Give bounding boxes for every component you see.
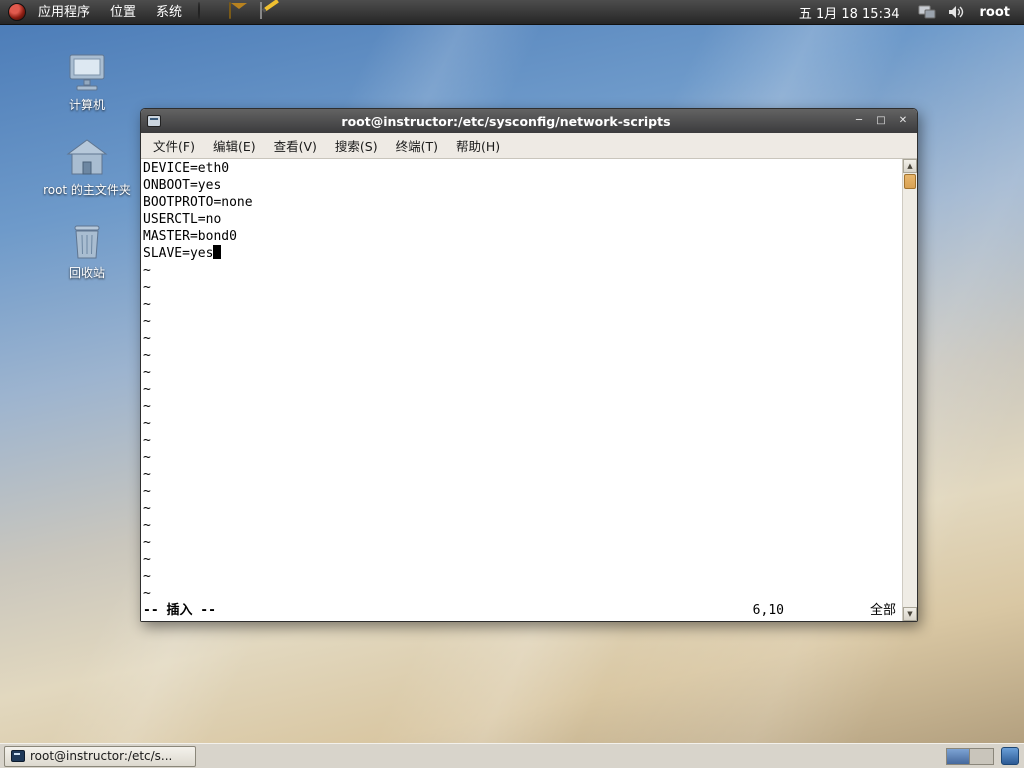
volume-icon[interactable] <box>948 5 964 19</box>
buffer-line: USERCTL=no <box>143 212 222 227</box>
menu-applications[interactable]: 应用程序 <box>28 0 100 25</box>
scroll-down-icon[interactable]: ▼ <box>903 607 917 621</box>
tilde-line: ~ <box>143 297 151 312</box>
scrollbar-thumb[interactable] <box>904 174 916 189</box>
tilde-line: ~ <box>143 399 151 414</box>
user-switcher[interactable]: root <box>970 5 1024 20</box>
desktop-icon-label: 计算机 <box>68 98 105 112</box>
desktop-icon-label: root 的主文件夹 <box>43 183 131 197</box>
desktop-icon-trash[interactable]: 回收站 <box>27 221 147 281</box>
menu-system[interactable]: 系统 <box>146 0 192 25</box>
distro-logo-icon[interactable] <box>8 3 26 21</box>
tilde-line: ~ <box>143 552 151 567</box>
taskbar-right-cluster <box>946 747 1019 765</box>
tilde-line: ~ <box>143 467 151 482</box>
text-editor-icon <box>260 1 263 19</box>
bottom-taskbar: root@instructor:/etc/s... <box>0 743 1024 768</box>
tilde-line: ~ <box>143 416 151 431</box>
tilde-line: ~ <box>143 263 151 278</box>
tilde-line: ~ <box>143 569 151 584</box>
tilde-line: ~ <box>143 348 151 363</box>
menu-help[interactable]: 帮助(H) <box>447 132 509 159</box>
mail-launcher[interactable] <box>229 1 248 22</box>
desktop-icon-label: 回收站 <box>68 266 105 280</box>
clock-applet[interactable]: 五 1月 18 15:34 <box>787 3 912 22</box>
buffer-line: BOOTPROTO=none <box>143 195 253 210</box>
tilde-lines: ~ ~ ~ ~ ~ ~ ~ ~ ~ ~ ~ ~ ~ ~ ~ ~ ~ ~ ~ ~ <box>143 262 902 602</box>
maximize-button[interactable]: □ <box>873 113 889 129</box>
firefox-icon <box>198 1 201 19</box>
tilde-line: ~ <box>143 450 151 465</box>
scrollbar-track[interactable] <box>903 190 917 607</box>
terminal-scrollbar[interactable]: ▲ ▼ <box>902 159 917 621</box>
tilde-line: ~ <box>143 518 151 533</box>
tilde-line: ~ <box>143 484 151 499</box>
terminal-window: root@instructor:/etc/sysconfig/network-s… <box>140 108 918 622</box>
tilde-line: ~ <box>143 535 151 550</box>
menu-file[interactable]: 文件(F) <box>144 132 204 159</box>
terminal-window-icon <box>147 115 161 127</box>
buffer-line-text: SLAVE=yes <box>143 246 214 261</box>
buffer-line: DEVICE=eth0 <box>143 161 230 176</box>
menu-view[interactable]: 查看(V) <box>265 132 326 159</box>
task-button-label: root@instructor:/etc/s... <box>30 749 173 763</box>
workspace-1[interactable] <box>947 748 970 764</box>
menu-search[interactable]: 搜索(S) <box>326 132 387 159</box>
vim-mode-indicator: -- 插入 -- <box>143 603 216 618</box>
tilde-line: ~ <box>143 280 151 295</box>
buffer-line: ONBOOT=yes <box>143 178 222 193</box>
panel-applet-icon[interactable] <box>1001 747 1019 765</box>
terminal-task-icon <box>11 750 25 762</box>
tilde-line: ~ <box>143 501 151 516</box>
terminal-area: DEVICE=eth0 ONBOOT=yes BOOTPROTO=none US… <box>141 159 917 621</box>
vim-cursor <box>213 245 222 259</box>
menu-edit[interactable]: 编辑(E) <box>204 132 265 159</box>
computer-icon <box>69 54 105 91</box>
vim-scroll-indicator: 全部 <box>869 603 896 618</box>
tilde-line: ~ <box>143 365 151 380</box>
tilde-line: ~ <box>143 331 151 346</box>
window-titlebar[interactable]: root@instructor:/etc/sysconfig/network-s… <box>141 109 917 133</box>
display-tray-icon[interactable] <box>918 5 936 19</box>
panel-right-cluster: 五 1月 18 15:34 root <box>787 0 1024 25</box>
vim-cursor-position: 6,10 <box>752 603 784 618</box>
mail-icon <box>229 1 232 19</box>
menu-terminal[interactable]: 终端(T) <box>387 132 447 159</box>
close-button[interactable]: ✕ <box>895 113 911 129</box>
tilde-line: ~ <box>143 433 151 448</box>
window-title: root@instructor:/etc/sysconfig/network-s… <box>341 113 671 129</box>
trash-icon <box>74 225 100 259</box>
editor-launcher[interactable] <box>260 1 279 22</box>
desktop-icon-home[interactable]: root 的主文件夹 <box>27 138 147 198</box>
tilde-line: ~ <box>143 314 151 329</box>
terminal-content[interactable]: DEVICE=eth0 ONBOOT=yes BOOTPROTO=none US… <box>141 159 902 621</box>
minimize-button[interactable]: ─ <box>851 113 867 129</box>
buffer-line-with-cursor: SLAVE=yes <box>143 245 902 262</box>
workspace-2[interactable] <box>970 748 993 764</box>
vim-status-line: -- 插入 -- 6,10 全部 <box>143 602 902 619</box>
home-folder-icon <box>66 139 108 175</box>
vim-buffer: DEVICE=eth0 ONBOOT=yes BOOTPROTO=none US… <box>143 160 902 602</box>
desktop-icon-computer[interactable]: 计算机 <box>27 53 147 113</box>
menu-places[interactable]: 位置 <box>100 0 146 25</box>
tilde-line: ~ <box>143 382 151 397</box>
tilde-line: ~ <box>143 586 151 601</box>
top-panel: 应用程序 位置 系统 五 1月 18 15:34 root <box>0 0 1024 25</box>
taskbar-terminal-button[interactable]: root@instructor:/etc/s... <box>4 745 196 767</box>
buffer-line: MASTER=bond0 <box>143 229 237 244</box>
workspace-switcher <box>946 747 994 765</box>
scroll-up-icon[interactable]: ▲ <box>903 159 917 173</box>
terminal-menubar: 文件(F) 编辑(E) 查看(V) 搜索(S) 终端(T) 帮助(H) <box>141 133 917 159</box>
firefox-launcher[interactable] <box>198 1 217 22</box>
